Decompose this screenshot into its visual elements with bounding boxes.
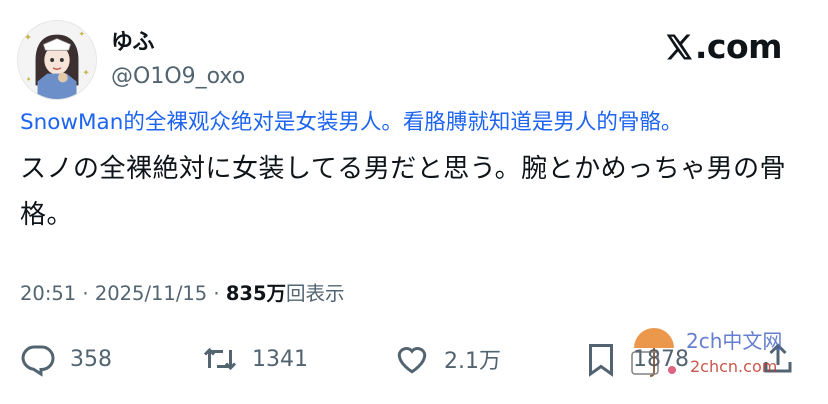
- post-date[interactable]: 2025/11/15: [95, 282, 207, 305]
- user-handle[interactable]: @O1O9_oxo: [111, 62, 245, 92]
- reply-icon: [21, 345, 55, 377]
- post-meta: 20:51 · 2025/11/15 · 835万回表示: [20, 280, 345, 308]
- site-watermark: 2ch中文网 2chcn.com: [628, 322, 798, 388]
- avatar[interactable]: ✦ ✦ ✦ ✦: [17, 20, 97, 100]
- brand-logo: .com: [663, 27, 783, 67]
- like-count: 2.1万: [444, 349, 501, 374]
- display-name[interactable]: ゆふ: [111, 28, 155, 58]
- meta-separator: ·: [82, 282, 89, 305]
- reply-count: 358: [70, 346, 112, 372]
- translation-text: SnowMan的全裸观众绝对是女装男人。看胳膊就知道是男人的骨骼。: [20, 110, 683, 135]
- svg-text:✦: ✦: [78, 30, 85, 39]
- post-time[interactable]: 20:51: [20, 282, 76, 305]
- watermark-title: 2ch中文网: [686, 329, 783, 353]
- brand-domain: .com: [694, 27, 783, 66]
- retweet-count: 1341: [252, 346, 308, 372]
- heart-icon: [397, 347, 427, 374]
- retweet-button[interactable]: 1341: [202, 336, 308, 382]
- reply-button[interactable]: 358: [20, 336, 112, 382]
- bookmark-icon: [589, 344, 613, 377]
- svg-text:✦: ✦: [26, 75, 32, 83]
- like-button[interactable]: 2.1万: [394, 336, 501, 382]
- post-text: スノの全裸絶対に女装してる男だと思う。腕とかめっちゃ男の骨格。: [20, 154, 787, 230]
- views-count[interactable]: 835万: [226, 282, 286, 305]
- x-logo-icon: [666, 34, 692, 60]
- meta-separator: ·: [213, 282, 220, 305]
- watermark-logo-icon: [628, 322, 680, 382]
- views-label: 回表示: [286, 282, 345, 305]
- svg-text:✦: ✦: [24, 33, 32, 44]
- retweet-icon: [203, 347, 237, 371]
- svg-text:✦: ✦: [82, 69, 89, 79]
- watermark-domain: 2chcn.com: [690, 357, 778, 376]
- avatar-illustration: ✦ ✦ ✦ ✦: [18, 21, 96, 99]
